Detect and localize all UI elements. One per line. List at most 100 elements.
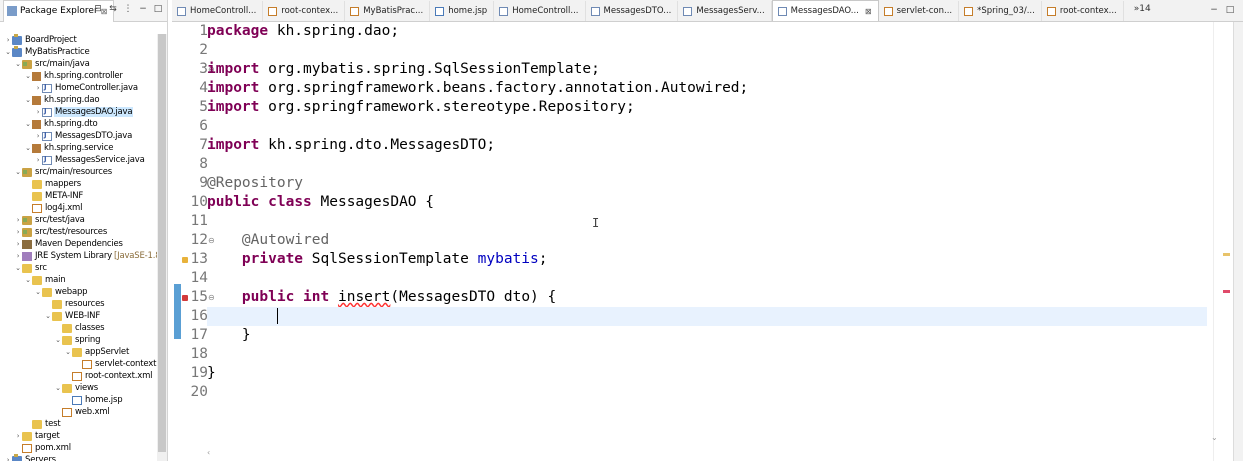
tree-item[interactable]: › Maven Dependencies xyxy=(14,238,124,250)
code-line[interactable] xyxy=(207,307,1207,326)
editor-tab[interactable]: MessagesDTO... xyxy=(586,1,679,21)
warning-marker-icon[interactable] xyxy=(182,257,188,263)
horizontal-scrollbar[interactable]: ‹ xyxy=(207,448,1213,458)
tree-item[interactable]: ⌄ src/main/resources xyxy=(14,166,113,178)
collapsed-arrow-icon[interactable]: › xyxy=(4,36,12,44)
code-editor[interactable]: 1 2 3 ⊖ 4 5 6 7 8 9 10 11 12 ⊖ 13 14 15 ⊖ 16 17 18 19 20 packa… xyxy=(172,22,1213,461)
editor-tab[interactable]: HomeControll... xyxy=(172,1,264,21)
expanded-arrow-icon[interactable]: ⌄ xyxy=(4,48,12,56)
code-line[interactable]: } xyxy=(207,364,1207,383)
close-tab-icon[interactable]: ⊠ xyxy=(865,7,872,16)
code-line[interactable] xyxy=(207,155,1207,174)
expanded-arrow-icon[interactable]: ⌄ xyxy=(34,288,42,296)
tree-item[interactable]: › target xyxy=(14,430,61,442)
tree-item[interactable]: › BoardProject xyxy=(4,33,78,46)
code-line[interactable] xyxy=(207,269,1207,288)
tree-item[interactable]: pom.xml xyxy=(14,442,72,454)
tree-item[interactable]: classes xyxy=(54,322,105,334)
collapsed-arrow-icon[interactable]: › xyxy=(4,456,12,461)
editor-tab[interactable]: root-contex... xyxy=(263,1,346,21)
expanded-arrow-icon[interactable]: ⌄ xyxy=(24,96,32,104)
expanded-arrow-icon[interactable]: ⌄ xyxy=(14,168,22,176)
editor-tab[interactable]: root-contex... xyxy=(1042,1,1124,21)
tree-item[interactable]: ⌄ MyBatisPractice xyxy=(4,45,90,58)
code-line[interactable]: import org.mybatis.spring.SqlSessionTemp… xyxy=(207,60,1207,79)
tree-item[interactable]: ⌄ spring xyxy=(54,334,101,346)
tree-item[interactable]: META-INF xyxy=(24,190,84,202)
editor-tab[interactable]: MyBatisPrac... xyxy=(345,1,431,21)
editor-tab[interactable]: *Spring_03/... xyxy=(959,1,1042,21)
code-line[interactable]: @Autowired xyxy=(207,231,1207,250)
tree-item[interactable]: ⌄ kh.spring.service xyxy=(24,142,114,154)
minimize-icon[interactable]: − xyxy=(138,4,148,14)
tree-item[interactable]: ⌄ appServlet xyxy=(64,346,130,358)
tree-item[interactable]: › JRE System Library [JavaSE-1.8] xyxy=(14,250,165,262)
tree-item[interactable]: log4j.xml xyxy=(24,202,83,214)
expanded-arrow-icon[interactable]: ⌄ xyxy=(64,348,72,356)
tree-item[interactable]: › MessagesDAO.java xyxy=(34,106,134,118)
tree-item[interactable]: resources xyxy=(44,298,105,310)
expanded-arrow-icon[interactable]: ⌄ xyxy=(14,60,22,68)
error-marker-icon[interactable] xyxy=(182,295,188,301)
link-with-editor-icon[interactable]: ⇆ xyxy=(108,4,118,14)
expanded-arrow-icon[interactable]: ⌄ xyxy=(54,336,62,344)
expanded-arrow-icon[interactable]: ⌄ xyxy=(14,264,22,272)
code-line[interactable]: public int insert(MessagesDTO dto) { xyxy=(207,288,1207,307)
expanded-arrow-icon[interactable]: ⌄ xyxy=(54,384,62,392)
tree-item[interactable]: ⌄ webapp xyxy=(34,286,88,298)
code-line[interactable] xyxy=(207,345,1207,364)
expanded-arrow-icon[interactable]: ⌄ xyxy=(24,144,32,152)
code-area[interactable]: package kh.spring.dao; import org.mybatis… xyxy=(207,22,1213,461)
scroll-down-icon[interactable]: ⌄ xyxy=(1211,433,1218,442)
code-line[interactable]: } xyxy=(207,326,1207,345)
tab-overflow-button[interactable]: »14 xyxy=(1124,4,1157,18)
tree-item[interactable]: web.xml xyxy=(54,406,111,418)
editor-tab[interactable]: HomeControll... xyxy=(494,1,586,21)
error-overview-marker[interactable] xyxy=(1223,290,1230,293)
tree-scrollbar[interactable] xyxy=(157,34,167,461)
tree-item[interactable]: ⌄ kh.spring.controller xyxy=(24,70,124,82)
maximize-icon[interactable]: □ xyxy=(153,4,163,14)
code-line[interactable] xyxy=(207,383,1207,402)
collapsed-arrow-icon[interactable]: › xyxy=(34,156,42,164)
collapsed-arrow-icon[interactable]: › xyxy=(34,132,42,140)
expanded-arrow-icon[interactable]: ⌄ xyxy=(24,276,32,284)
code-line[interactable] xyxy=(207,41,1207,60)
code-line[interactable]: import org.springframework.stereotype.Re… xyxy=(207,98,1207,117)
code-line[interactable] xyxy=(207,212,1207,231)
editor-tab[interactable]: MessagesServ... xyxy=(678,1,772,21)
tree-item[interactable]: › Servers xyxy=(4,453,57,461)
scroll-left-icon[interactable]: ‹ xyxy=(207,448,210,457)
tree-item[interactable]: home.jsp xyxy=(64,394,123,406)
view-menu-icon[interactable]: ⋮ xyxy=(123,4,133,14)
code-line[interactable]: @Repository xyxy=(207,174,1207,193)
maximize-icon[interactable]: □ xyxy=(1225,5,1235,15)
expanded-arrow-icon[interactable]: ⌄ xyxy=(44,312,52,320)
warning-overview-marker[interactable] xyxy=(1223,253,1230,256)
tree-item[interactable]: mappers xyxy=(24,178,82,190)
tree-item[interactable]: ⌄ kh.spring.dto xyxy=(24,118,99,130)
tree-item[interactable]: ⌄ WEB-INF xyxy=(44,310,101,322)
editor-tab[interactable]: servlet-con... xyxy=(879,1,960,21)
tree-item[interactable]: root-context.xml xyxy=(64,370,153,382)
code-line[interactable]: package kh.spring.dao; xyxy=(207,22,1207,41)
code-line[interactable]: private SqlSessionTemplate mybatis; xyxy=(207,250,1207,269)
collapsed-arrow-icon[interactable]: › xyxy=(34,84,42,92)
tree-item[interactable]: › src/test/java xyxy=(14,214,86,226)
tree-item[interactable]: › HomeController.java xyxy=(34,82,139,94)
tree-item[interactable]: servlet-context. xyxy=(74,358,160,370)
collapsed-arrow-icon[interactable]: › xyxy=(14,252,22,260)
tree-item[interactable]: ⌄ views xyxy=(54,382,99,394)
code-line[interactable]: import org.springframework.beans.factory… xyxy=(207,79,1207,98)
collapsed-arrow-icon[interactable]: › xyxy=(34,108,42,116)
expanded-arrow-icon[interactable]: ⌄ xyxy=(24,120,32,128)
tree-item[interactable]: ⌄ src xyxy=(14,262,48,274)
collapsed-arrow-icon[interactable]: › xyxy=(14,228,22,236)
editor-tab[interactable]: MessagesDAO... ⊠ xyxy=(771,0,879,21)
tree-item[interactable]: test xyxy=(24,418,62,430)
tree-item[interactable]: › MessagesDTO.java xyxy=(34,130,133,142)
tree-item[interactable]: › MessagesService.java xyxy=(34,154,146,166)
minimize-icon[interactable]: − xyxy=(1209,5,1219,15)
collapse-all-icon[interactable]: ⊟ xyxy=(93,4,103,14)
editor-tab[interactable]: home.jsp xyxy=(430,1,495,21)
